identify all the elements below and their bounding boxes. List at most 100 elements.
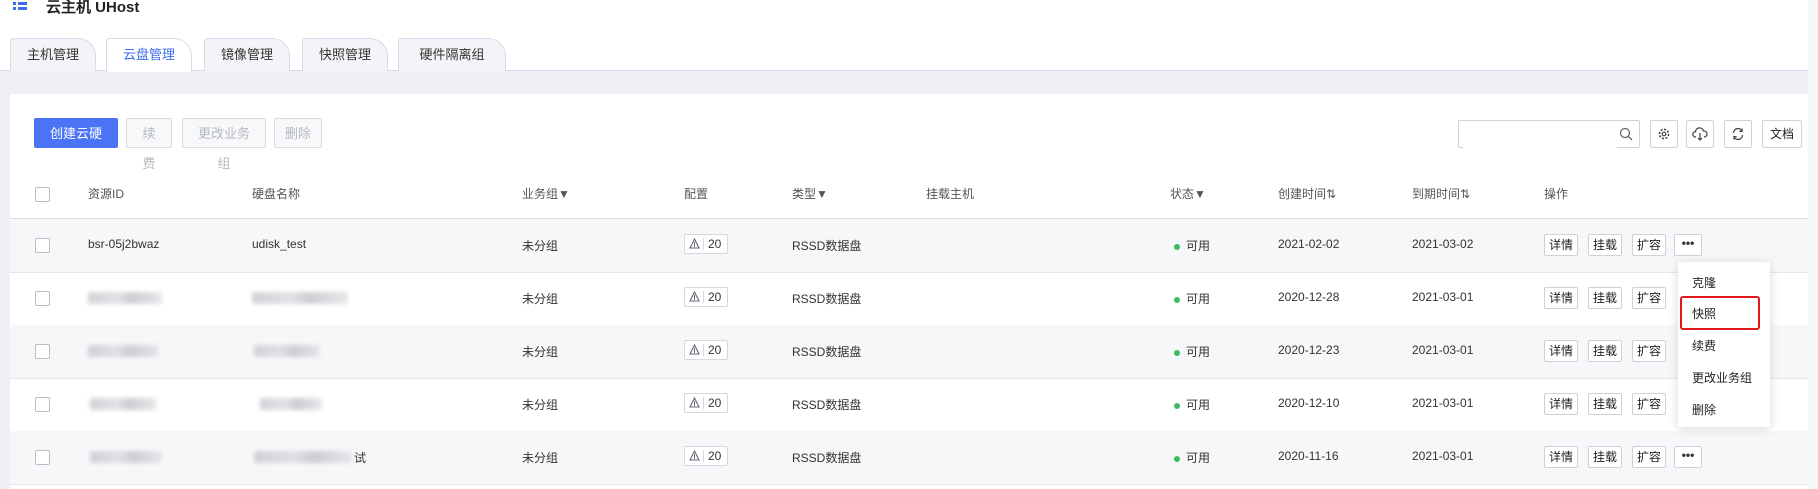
header-status[interactable]: 状态▼ [1170,185,1206,202]
search-icon[interactable] [1619,127,1633,141]
disk-name-redacted [252,292,348,304]
change-group-button[interactable]: 更改业务组 [182,118,266,171]
tab-host-management[interactable]: 主机管理 [10,38,96,71]
resource-id-redacted [88,292,162,304]
renew-button[interactable]: 续费 [126,118,172,171]
header-resource-id: 资源ID [88,187,125,201]
header-expire-time[interactable]: 到期时间⇅ [1412,185,1470,202]
expire-time: 2021-03-02 [1412,237,1474,251]
performance-icon [689,397,700,408]
created-time: 2020-11-16 [1278,449,1339,463]
settings-button[interactable] [1650,120,1678,148]
resource-id-redacted [90,398,156,410]
delete-button[interactable]: 删除 [274,118,322,148]
config-badge: 20 [684,446,728,466]
mount-button[interactable]: 挂载 [1588,234,1623,256]
tab-snapshot-management[interactable]: 快照管理 [302,38,388,71]
app-title: 云主机 UHost [46,0,140,16]
top-bar: 云主机 UHost 主机管理 云盘管理 镜像管理 快照管理 硬件隔离组 [0,0,1818,72]
menu-item-delete[interactable]: 删除 [1692,401,1716,418]
header-disk-name: 硬盘名称 [252,187,301,201]
more-actions-button[interactable]: ••• [1674,234,1702,256]
resource-id-redacted [90,451,162,463]
gear-icon [1658,128,1670,140]
disk-name-redacted [254,345,320,357]
config-size: 20 [708,237,722,251]
status-dot [1174,297,1180,303]
row-checkbox[interactable] [35,238,50,253]
tab-image-management[interactable]: 镜像管理 [204,38,290,71]
disk-type: RSSD数据盘 [792,239,862,253]
disk-name-redacted [260,398,322,410]
cloud-download-icon [1692,127,1708,141]
header-type[interactable]: 类型▼ [792,185,828,202]
config-size: 20 [708,396,722,410]
expand-button[interactable]: 扩容 [1632,446,1667,468]
snapshot-highlight-box [1680,296,1760,330]
header-mounted-host: 挂载主机 [926,187,975,201]
expire-time: 2021-03-01 [1412,449,1474,463]
more-actions-button[interactable]: ••• [1674,446,1702,468]
expire-time: 2021-03-01 [1412,343,1474,357]
status-text: 可用 [1186,239,1211,253]
header-actions: 操作 [1544,187,1569,201]
menu-item-clone[interactable]: 克隆 [1692,274,1716,291]
table-row: 试 未分组 20 RSSD数据盘 可用 2020-11-16 2021-03-0… [10,431,1808,485]
cloud-download-button[interactable] [1686,120,1714,148]
created-time: 2021-02-02 [1278,237,1340,251]
menu-item-change-group[interactable]: 更改业务组 [1692,369,1752,386]
config-badge: 20 [684,287,728,307]
expand-button[interactable]: 扩容 [1632,234,1667,256]
detail-button[interactable]: 详情 [1544,393,1579,415]
expand-button[interactable]: 扩容 [1632,340,1667,362]
menu-item-renew[interactable]: 续费 [1692,337,1716,354]
doc-button[interactable]: 文档 [1762,120,1802,148]
config-badge: 20 [684,234,728,254]
detail-button[interactable]: 详情 [1544,234,1579,256]
tab-isolation-group[interactable]: 硬件隔离组 [398,38,506,71]
resource-id[interactable]: bsr-05j2bwaz [88,237,159,251]
expand-button[interactable]: 扩容 [1632,393,1667,415]
row-checkbox[interactable] [35,344,50,359]
row-checkbox[interactable] [35,450,50,465]
search-box[interactable] [1458,120,1640,148]
more-actions-menu: 克隆 快照 续费 更改业务组 删除 [1678,262,1770,427]
mount-button[interactable]: 挂载 [1588,393,1623,415]
performance-icon [689,344,700,355]
disk-name-redacted [254,451,352,463]
mount-button[interactable]: 挂载 [1588,340,1623,362]
config-badge: 20 [684,393,728,413]
created-time: 2020-12-28 [1278,290,1340,304]
refresh-button[interactable] [1724,120,1752,148]
expand-button[interactable]: 扩容 [1632,287,1667,309]
resource-id-redacted [88,345,158,357]
detail-button[interactable]: 详情 [1544,446,1579,468]
create-disk-button[interactable]: 创建云硬盘 [34,118,118,171]
search-input[interactable] [1463,122,1617,148]
disk-name: udisk_test [252,237,307,251]
table-row: 未分组 20 RSSD数据盘 可用 2020-12-23 2021-03-01 … [10,325,1808,379]
disk-type: RSSD数据盘 [792,292,862,306]
detail-button[interactable]: 详情 [1544,287,1579,309]
expire-time: 2021-03-01 [1412,290,1474,304]
table-row: bsr-05j2bwaz udisk_test 未分组 20 RSSD数据盘 可… [10,219,1808,273]
mount-button[interactable]: 挂载 [1588,287,1623,309]
tab-bar: 主机管理 云盘管理 镜像管理 快照管理 硬件隔离组 [0,36,1818,72]
group-value: 未分组 [522,398,559,412]
config-size: 20 [708,449,722,463]
refresh-icon [1732,127,1744,141]
status-text: 可用 [1186,345,1211,359]
scrollbar-track[interactable] [1808,0,1818,489]
group-value: 未分组 [522,239,559,253]
header-group[interactable]: 业务组▼ [522,185,570,202]
mount-button[interactable]: 挂载 [1588,446,1623,468]
row-checkbox[interactable] [35,397,50,412]
tab-disk-management[interactable]: 云盘管理 [106,38,192,72]
select-all-checkbox[interactable] [35,187,50,202]
detail-button[interactable]: 详情 [1544,340,1579,362]
disk-type: RSSD数据盘 [792,398,862,412]
header-created-time[interactable]: 创建时间⇅ [1278,185,1336,202]
list-menu-icon [13,2,27,10]
table-header: 资源ID 硬盘名称 业务组▼ 配置 类型▼ 挂载主机 状态▼ 创建时间⇅ 到期时… [10,170,1808,219]
row-checkbox[interactable] [35,291,50,306]
